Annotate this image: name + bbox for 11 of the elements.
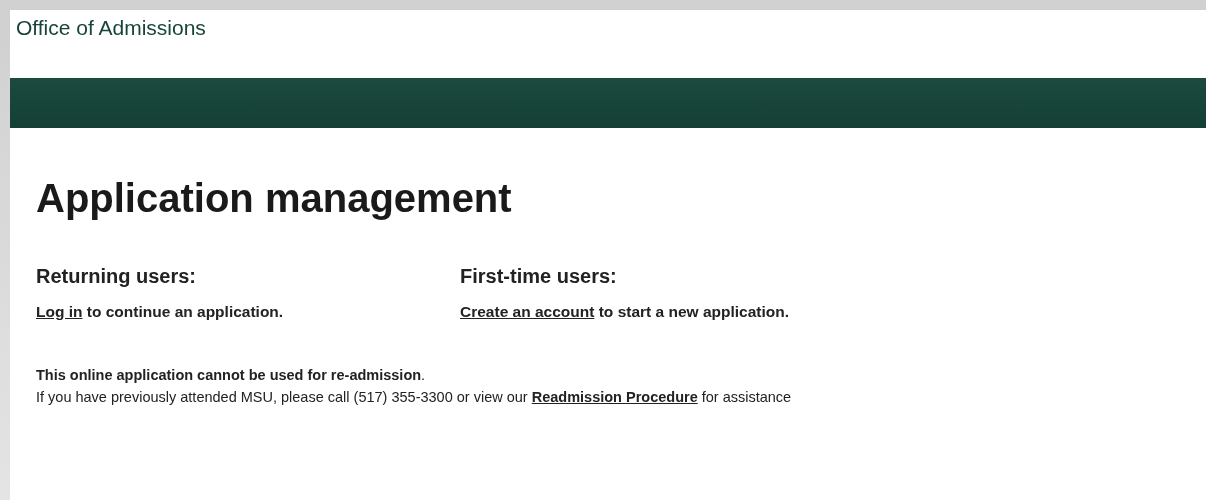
- link[interactable]: Readmission Procedure: [531, 389, 698, 405]
- link[interactable]: Log in: [36, 303, 83, 320]
- link[interactable]: Create an account: [460, 303, 595, 320]
- section-heading: First-time users:: [460, 265, 618, 288]
- section-heading: Returning users:: [36, 265, 198, 288]
- notice-text: If you have previously attended MSU, please call (517) 355-3300 or view our Readmission Procedure for assistance: [36, 388, 793, 407]
- instruction-text: Log in to continue an application.: [36, 302, 285, 322]
- page-heading: Application management: [36, 176, 513, 221]
- site-title: Office of Admissions: [16, 16, 206, 39]
- instruction-text: Create an account to start a new application.: [460, 302, 791, 322]
- notice-headline: This online application cannot be used for re-admission.: [36, 366, 427, 385]
